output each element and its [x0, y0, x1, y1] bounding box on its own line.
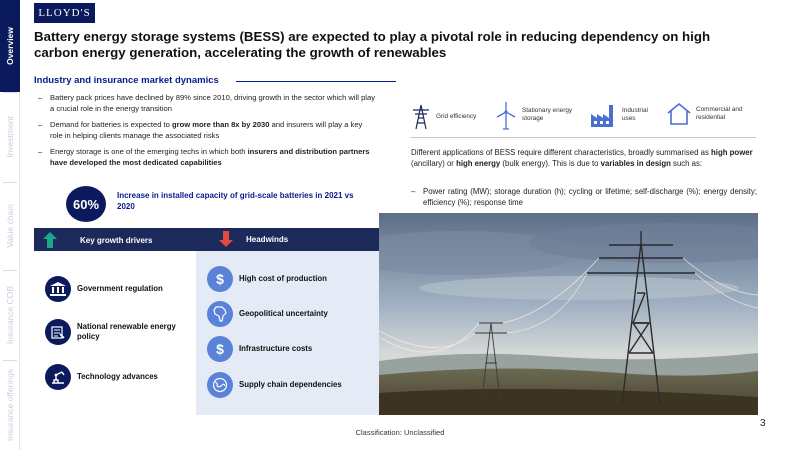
driver-label: Government regulation [77, 284, 163, 293]
headwind-label: High cost of production [239, 274, 327, 283]
nav-tab-value-chain[interactable]: Value chain [0, 182, 20, 270]
desc-text: (bulk energy). This is due to [500, 159, 601, 168]
stat-badge: 60% [66, 186, 106, 222]
wind-turbine-icon [496, 102, 516, 130]
bullet-text: Demand for batteries is expected to [50, 120, 172, 130]
key-growth-drivers-heading: Key growth drivers [80, 236, 153, 245]
desc-text: Different applications of BESS require d… [411, 148, 712, 157]
headwinds-heading: Headwinds [246, 235, 289, 244]
market-dynamics-list: Battery pack prices have declined by 89%… [38, 93, 376, 175]
application-label: Grid efficiency [436, 112, 477, 120]
divider [410, 137, 756, 138]
dollar-icon: $ [207, 336, 233, 362]
desc-emphasis: variables in design [600, 159, 671, 168]
factory-icon [591, 105, 613, 127]
side-navigation: Overview Investment Value chain Insuranc… [0, 0, 20, 450]
application-grid-efficiency: Grid efficiency [410, 104, 484, 130]
application-commercial-residential: Commercial and residential [666, 102, 752, 126]
page-number: 3 [760, 418, 766, 429]
classification-label: Classification: Unclassified [355, 428, 445, 437]
globe-icon [207, 372, 233, 398]
list-item: $ High cost of production [207, 266, 359, 292]
nav-tab-label: Insurance COB [5, 285, 15, 345]
robotic-arm-icon [45, 364, 71, 390]
application-stationary-storage: Stationary energy storage [494, 100, 574, 130]
list-item: Government regulation [45, 276, 197, 302]
headwind-label: Supply chain dependencies [239, 380, 342, 389]
list-item: Demand for batteries is expected to grow… [38, 120, 376, 141]
list-item: Technology advances [45, 364, 197, 390]
government-building-icon [45, 276, 71, 302]
design-variables-list: Power rating (MW); storage duration (h);… [411, 186, 757, 208]
nav-tab-label: Investment [5, 116, 16, 158]
list-item: $ Infrastructure costs [207, 336, 359, 362]
policy-document-icon [45, 319, 71, 345]
application-label: Commercial and residential [696, 105, 743, 122]
africa-map-icon [207, 301, 233, 327]
driver-label: National renewable energy policy [77, 322, 176, 341]
power-pylon-icon [413, 104, 429, 130]
drivers-headwinds-header: Key growth drivers Headwinds [34, 228, 379, 251]
nav-tab-investment[interactable]: Investment [0, 92, 20, 182]
application-industrial: Industrial uses [590, 102, 662, 128]
application-label: Stationary energy storage [522, 106, 573, 123]
page-title: Battery energy storage systems (BESS) ar… [34, 29, 711, 60]
arrow-down-icon [219, 231, 233, 247]
applications-row: Grid efficiency Stationary energy storag… [410, 100, 755, 136]
applications-description: Different applications of BESS require d… [411, 147, 757, 169]
bullet-text: Energy storage is one of the emerging te… [50, 147, 248, 157]
desc-emphasis: high power [711, 148, 753, 157]
list-item: Battery pack prices have declined by 89%… [38, 93, 376, 114]
lloyds-logo: LLOYD'S [34, 3, 95, 23]
stat-description: Increase in installed capacity of grid-s… [117, 191, 354, 211]
bullet-emphasis: grow more than 8x by 2030 [172, 120, 270, 130]
driver-label: Technology advances [77, 372, 158, 381]
list-item: Energy storage is one of the emerging te… [38, 147, 376, 168]
headwind-label: Infrastructure costs [239, 344, 313, 353]
desc-text: (ancillary) or [411, 159, 457, 168]
bullet-text: Battery pack prices have declined by 89%… [50, 93, 376, 113]
list-item: Power rating (MW); storage duration (h);… [411, 186, 757, 208]
nav-tab-label: Value chain [5, 204, 16, 248]
house-icon [667, 102, 691, 125]
nav-tab-label: Overview [5, 27, 15, 65]
heading-rule [236, 81, 396, 82]
list-item: Geopolitical uncertainty [207, 301, 359, 327]
dollar-icon: $ [207, 266, 233, 292]
application-label: Industrial uses [622, 106, 648, 123]
nav-tab-insurance-cob[interactable]: Insurance COB [0, 270, 20, 360]
headwind-label: Geopolitical uncertainty [239, 309, 328, 318]
desc-emphasis: high energy [456, 159, 501, 168]
desc-text: such as: [670, 159, 703, 168]
list-item: Supply chain dependencies [207, 372, 359, 398]
list-item: National renewable energy policy [45, 319, 197, 345]
arrow-up-icon [43, 232, 57, 248]
market-dynamics-heading: Industry and insurance market dynamics [34, 75, 219, 86]
power-lines-photo [379, 213, 758, 415]
nav-tab-overview[interactable]: Overview [0, 0, 20, 92]
